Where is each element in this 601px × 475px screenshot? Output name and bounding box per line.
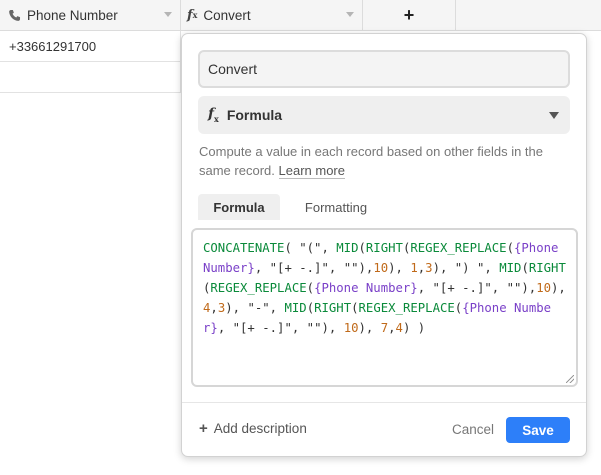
chevron-down-icon[interactable] bbox=[164, 12, 172, 17]
table-row[interactable] bbox=[0, 62, 181, 93]
field-config-popup: Convert fx Formula Compute a value in ea… bbox=[181, 33, 587, 457]
field-type-label: Formula bbox=[226, 107, 283, 123]
save-button[interactable]: Save bbox=[506, 417, 570, 443]
table-row[interactable]: +33661291700 bbox=[0, 31, 181, 62]
column-header-phone-number[interactable]: Phone Number bbox=[0, 0, 181, 30]
add-description-button[interactable]: + Add description bbox=[199, 420, 307, 437]
caret-down-icon bbox=[549, 112, 559, 119]
field-name-value: Convert bbox=[208, 61, 258, 77]
formula-editor[interactable]: CONCATENATE( "(", MID(RIGHT(REGEX_REPLAC… bbox=[191, 228, 578, 387]
header-empty-area bbox=[456, 0, 601, 30]
chevron-down-icon[interactable] bbox=[346, 12, 354, 17]
resize-handle-icon[interactable] bbox=[566, 375, 574, 383]
column-header-label: Phone Number bbox=[27, 7, 118, 23]
formula-text: CONCATENATE( "(", MID(RIGHT(REGEX_REPLAC… bbox=[203, 241, 566, 335]
cell-phone-number[interactable]: +33661291700 bbox=[9, 39, 96, 54]
formula-fx-icon: fx bbox=[208, 106, 219, 124]
column-header-convert[interactable]: fx Convert bbox=[181, 0, 363, 30]
cancel-button[interactable]: Cancel bbox=[452, 422, 494, 437]
phone-icon bbox=[8, 9, 21, 22]
field-name-input[interactable]: Convert bbox=[198, 50, 570, 88]
tab-formula[interactable]: Formula bbox=[198, 194, 280, 220]
tab-formatting[interactable]: Formatting bbox=[286, 194, 386, 220]
field-type-description: Compute a value in each record based on … bbox=[199, 142, 574, 180]
formula-fx-icon: fx bbox=[187, 7, 198, 23]
description-text: Compute a value in each record based on … bbox=[199, 144, 543, 178]
learn-more-link[interactable]: Learn more bbox=[278, 163, 345, 179]
add-description-label: Add description bbox=[213, 421, 307, 436]
add-field-button[interactable]: + bbox=[363, 0, 456, 30]
plus-icon: + bbox=[403, 5, 415, 25]
plus-icon: + bbox=[199, 420, 208, 437]
divider bbox=[182, 402, 586, 403]
grid-header: Phone Number fx Convert + bbox=[0, 0, 601, 31]
field-type-select[interactable]: fx Formula bbox=[198, 96, 570, 134]
column-header-label: Convert bbox=[203, 7, 251, 23]
